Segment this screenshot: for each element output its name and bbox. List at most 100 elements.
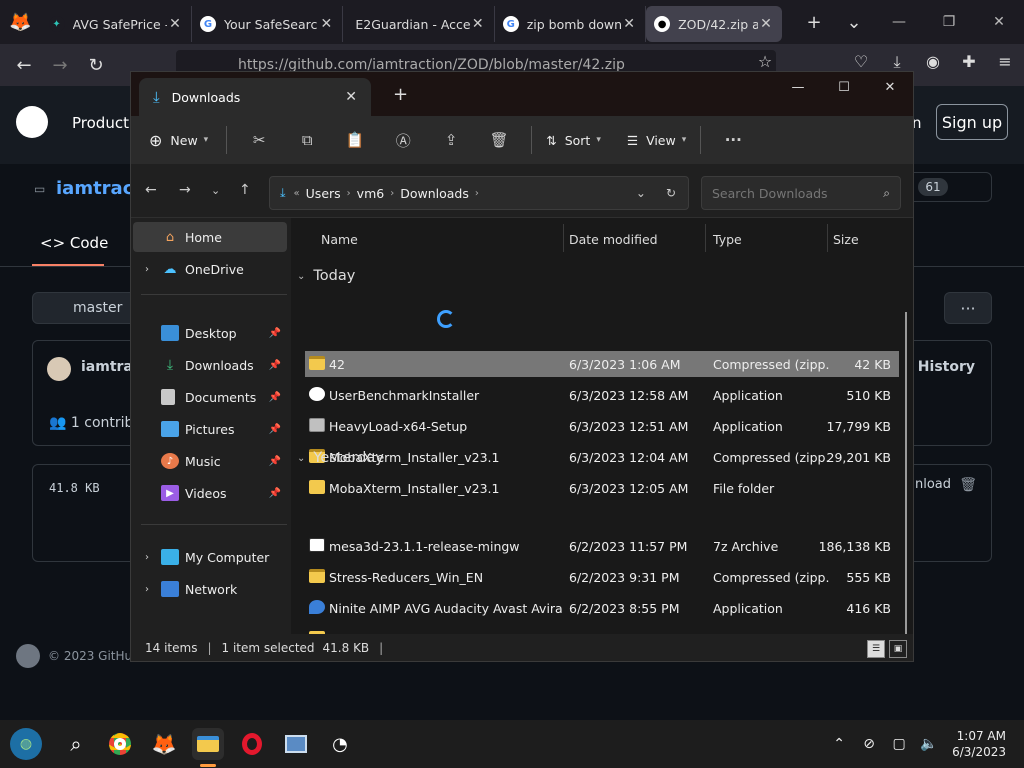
copy-icon[interactable]: ⧉ [283, 131, 331, 149]
forward-icon[interactable]: → [179, 182, 191, 198]
new-tab-icon[interactable]: + [794, 12, 834, 33]
browser-tab-3[interactable]: G zip bomb downl ✕ [495, 6, 647, 42]
tiles-view-icon[interactable]: ▣ [889, 640, 907, 658]
nav-item-my-computer[interactable]: › My Computer [133, 542, 287, 572]
menu-icon[interactable]: ≡ [992, 52, 1018, 72]
nav-item-videos[interactable]: ▶ Videos 📌 [133, 478, 287, 508]
file-row[interactable]: HeavyLoad-x64-Setup 6/3/2023 12:51 AM Appl… [305, 413, 899, 439]
file-row[interactable]: 42 6/3/2023 1:06 AM Compressed (zipp... 42 … [305, 351, 899, 377]
group-yesterday[interactable]: ⌄ Yesterday [297, 450, 384, 466]
volume-icon[interactable]: 🔈 [914, 736, 944, 752]
file-row[interactable]: UserBenchmarkInstaller 6/3/2023 12:58 AM A… [305, 382, 899, 408]
avatar[interactable] [47, 357, 71, 381]
pocket-icon[interactable]: ♡ [848, 52, 874, 72]
browser-tab-2[interactable]: E2Guardian - Access ✕ [343, 6, 495, 42]
column-name[interactable]: Name [321, 232, 358, 247]
file-row[interactable]: Ninite AIMP AVG Audacity Avast Avira Bl.… [305, 595, 899, 621]
breadcrumb-users[interactable]: Users [306, 186, 341, 201]
extensions-icon[interactable]: ✚ [956, 52, 982, 72]
pin-icon[interactable]: 📌 [269, 392, 281, 403]
contributors-link[interactable]: 👥 1 contribu [49, 415, 142, 431]
sort-button[interactable]: ⇅ Sort ▾ [546, 133, 601, 148]
view-button[interactable]: ☰ View ▾ [627, 133, 686, 148]
tab-code[interactable]: <> Code [40, 234, 108, 252]
browser-tab-1[interactable]: G Your SafeSearch ✕ [192, 6, 344, 42]
chevron-right-icon[interactable]: › [475, 188, 479, 199]
chevron-down-icon[interactable]: ⌄ [636, 186, 646, 200]
close-icon[interactable]: ✕ [167, 16, 183, 32]
trash-icon[interactable]: 🗑 [959, 477, 977, 493]
close-window-icon[interactable]: ✕ [867, 72, 913, 102]
firefox-icon[interactable]: 🦊 [148, 728, 180, 760]
nav-item-home[interactable]: ⌂ Home [133, 222, 287, 252]
up-icon[interactable]: ↑ [239, 182, 251, 198]
nav-item-desktop[interactable]: Desktop 📌 [133, 318, 287, 348]
chevron-right-icon[interactable]: › [390, 188, 394, 199]
pin-icon[interactable]: 📌 [269, 456, 281, 467]
firefox-icon[interactable]: 🦊 [0, 0, 41, 44]
pin-icon[interactable]: 📌 [269, 328, 281, 339]
clock[interactable]: 1:07 AM 6/3/2023 [952, 728, 1006, 760]
more-icon[interactable]: ··· [709, 131, 757, 149]
github-logo-icon[interactable] [16, 106, 48, 138]
close-tab-icon[interactable]: ✕ [345, 89, 357, 105]
nav-item-pictures[interactable]: Pictures 📌 [133, 414, 287, 444]
search-input[interactable] [712, 185, 872, 201]
back-icon[interactable]: ← [145, 182, 157, 198]
start-globe-icon[interactable]: ◍ [10, 728, 42, 760]
nav-item-downloads[interactable]: ⤓ Downloads 📌 [133, 350, 287, 380]
list-tabs-icon[interactable]: ⌄ [834, 12, 874, 33]
network-disconnected-icon[interactable]: ⊘ [854, 736, 884, 752]
cut-icon[interactable]: ✂ [235, 131, 283, 149]
display-icon[interactable]: ▢ [884, 736, 914, 752]
chevron-right-icon[interactable]: › [133, 552, 161, 563]
column-size[interactable]: Size [833, 232, 859, 247]
account-icon[interactable]: ◉ [920, 52, 946, 72]
new-button[interactable]: ⊕ New ▾ [149, 131, 208, 150]
chrome-icon[interactable] [104, 728, 136, 760]
nav-item-network[interactable]: › Network [133, 574, 287, 604]
more-options-button[interactable]: ··· [944, 292, 992, 324]
maximize-icon[interactable]: ☐ [821, 72, 867, 102]
file-row[interactable]: MobaXterm_Installer_v23.1 6/3/2023 12:04 … [305, 444, 899, 470]
browser-tab-0[interactable]: ✦ AVG SafePrice – ✕ [41, 6, 192, 42]
details-view-icon[interactable]: ☰ [867, 640, 885, 658]
back-icon[interactable]: ← [6, 55, 42, 76]
breadcrumb-vm6[interactable]: vm6 [357, 186, 385, 201]
explorer-tab-downloads[interactable]: ⤓ Downloads ✕ [139, 78, 371, 116]
nav-item-music[interactable]: ♪ Music 📌 [133, 446, 287, 476]
paste-icon[interactable]: 📋 [331, 131, 379, 149]
product-menu[interactable]: Product [72, 114, 129, 132]
share-icon[interactable]: ⇪ [427, 131, 475, 149]
branch-selector[interactable]: master [32, 292, 142, 324]
chevron-right-icon[interactable]: › [347, 188, 351, 199]
pin-icon[interactable]: 📌 [269, 424, 281, 435]
close-icon[interactable]: ✕ [470, 16, 486, 32]
search-icon[interactable]: ⌕ [60, 728, 92, 760]
column-date-modified[interactable]: Date modified [569, 232, 658, 247]
file-row[interactable]: mesa3d-23.1.1-release-mingw 6/2/2023 11:5… [305, 533, 899, 559]
download-icon[interactable]: ⤓ [884, 52, 910, 72]
rename-icon[interactable]: Ⓐ [379, 130, 427, 151]
star-icon[interactable]: ☆ [752, 52, 778, 71]
browser-tab-4[interactable]: ● ZOD/42.zip at m ✕ [646, 6, 782, 42]
pin-icon[interactable]: 📌 [269, 360, 281, 371]
userbenchmark-icon[interactable]: ◔ [324, 728, 356, 760]
delete-icon[interactable]: 🗑 [475, 131, 523, 149]
nav-item-onedrive[interactable]: › ☁ OneDrive [133, 254, 287, 284]
reload-icon[interactable]: ↻ [78, 55, 114, 76]
chevron-right-icon[interactable]: › [133, 264, 161, 275]
chevron-up-icon[interactable]: ⌃ [824, 736, 854, 752]
close-icon[interactable]: ✕ [621, 16, 637, 32]
minimize-icon[interactable]: — [874, 14, 924, 30]
recent-locations-icon[interactable]: ⌄ [211, 184, 220, 197]
new-tab-icon[interactable]: + [393, 84, 408, 105]
image-viewer-icon[interactable] [280, 728, 312, 760]
file-row[interactable]: MobaXterm_Installer_v23.1 6/3/2023 12:05 … [305, 475, 899, 501]
nav-item-documents[interactable]: Documents 📌 [133, 382, 287, 412]
file-row[interactable]: Stress-Reducers_Win_EN 6/2/2023 9:31 PM Co… [305, 564, 899, 590]
close-icon[interactable]: ✕ [758, 16, 774, 32]
breadcrumb-overflow[interactable]: « [294, 188, 300, 199]
column-type[interactable]: Type [713, 232, 742, 247]
address-bar[interactable]: ⤓ « Users › vm6 › Downloads › ⌄ ↻ [269, 176, 689, 210]
